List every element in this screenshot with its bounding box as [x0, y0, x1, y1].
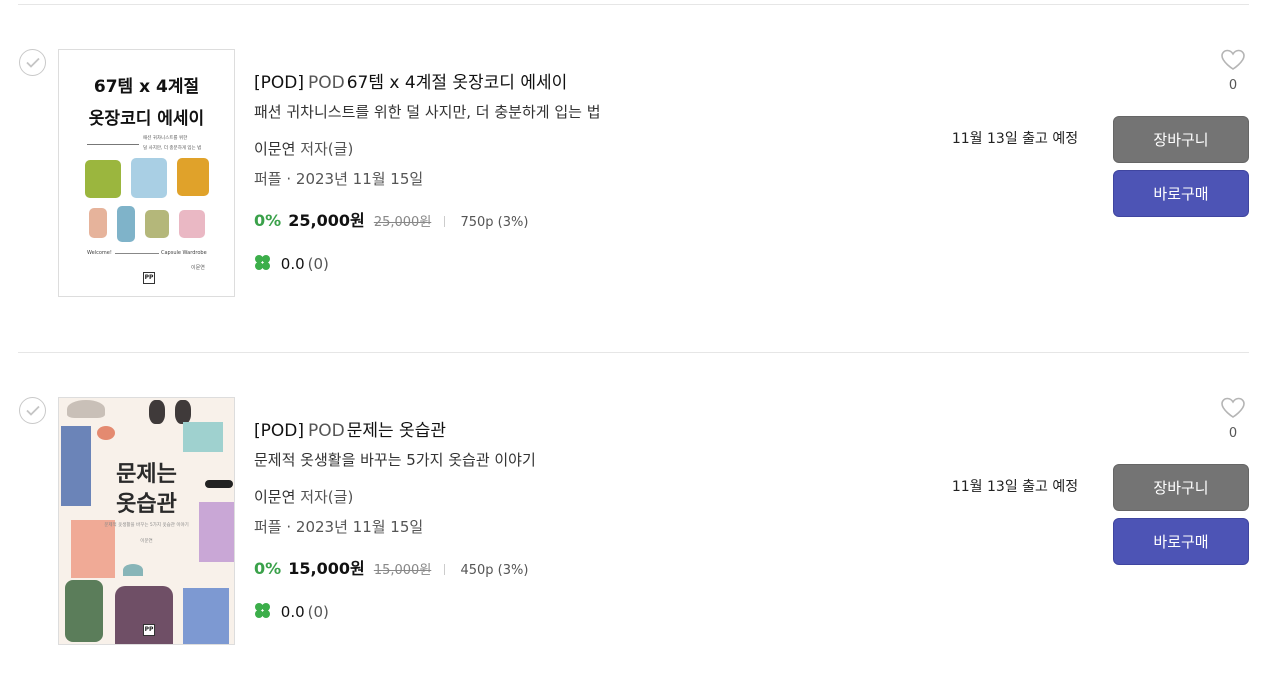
like-count: 0 [1228, 78, 1238, 93]
product-subtitle: 패션 귀차니스트를 위한 덜 사지만, 더 충분하게 입는 법 [254, 103, 601, 121]
cover-title-line2: 옷장코디 에세이 [88, 109, 205, 129]
rating-score: 0.0 [280, 603, 305, 621]
cover-title-line2: 옷습관 [116, 492, 177, 517]
cover-sub2: 덜 사지만, 더 충분하게 입는 법 [143, 146, 202, 151]
pod-label: POD [308, 421, 345, 441]
pod-tag: [POD] [254, 421, 304, 441]
pod-label: POD [308, 73, 345, 93]
price-row: 0% 25,000원 25,000원 750p (3%) [254, 207, 528, 231]
rating-score: 0.0 [280, 255, 305, 273]
book-cover[interactable]: 문제는 옷습관 문제적 옷생활을 바꾸는 5가지 옷습관 이야기 이문연 PP [58, 397, 235, 645]
price-row: 0% 15,000원 15,000원 450p (3%) [254, 555, 528, 579]
discount-rate: 0% [254, 559, 282, 578]
author-role: 저자(글) [300, 488, 354, 506]
publisher-date: 퍼플 · 2023년 11월 15일 [254, 518, 424, 536]
backpack-illustration [65, 580, 103, 642]
rating-row: 0.0 (0) [254, 254, 329, 273]
shipping-date: 11월 13일 출고 예정 [951, 131, 1079, 147]
select-check-icon[interactable] [19, 49, 46, 76]
buy-now-button[interactable]: 바로구매 [1113, 170, 1249, 217]
cover-subtitle: 문제적 옷생활을 바꾸는 5가지 옷습관 이야기 [104, 523, 189, 528]
discount-rate: 0% [254, 211, 282, 230]
cardigan-illustration [131, 158, 167, 198]
buy-now-button[interactable]: 바로구매 [1113, 518, 1249, 565]
jacket-illustration [85, 160, 121, 198]
pod-tag: [POD] [254, 73, 304, 93]
title-text: 문제는 옷습관 [346, 421, 446, 441]
reward-points: 450p (3%) [460, 563, 529, 578]
cover-author: 이문연 [140, 539, 153, 544]
cover-sub1: 패션 귀차니스트를 위한 [143, 136, 188, 141]
cover-foot-rule [115, 253, 159, 254]
top-illustration [89, 208, 107, 238]
cover-rule [87, 144, 139, 145]
cover-foot-right: Capsule Wardrobe [161, 250, 207, 256]
author-name[interactable]: 이문연 [254, 140, 295, 158]
review-count[interactable]: (0) [308, 603, 329, 621]
hoodie-illustration [177, 158, 209, 196]
add-to-cart-button[interactable]: 장바구니 [1113, 464, 1249, 511]
review-count[interactable]: (0) [308, 255, 329, 273]
cap-illustration [123, 564, 143, 576]
top-divider [18, 4, 1249, 5]
publisher-logo: PP [143, 272, 155, 284]
author-name[interactable]: 이문연 [254, 488, 295, 506]
product-title[interactable]: [POD] POD 문제는 옷습관 [254, 416, 446, 441]
original-price: 25,000원 [373, 215, 432, 230]
author-role: 저자(글) [300, 140, 354, 158]
heart-icon[interactable] [1220, 397, 1246, 423]
like-count: 0 [1228, 426, 1238, 441]
shipping-date: 11월 13일 출고 예정 [951, 479, 1079, 495]
clover-icon [254, 254, 272, 272]
product-title[interactable]: [POD] POD 67템 x 4계절 옷장코디 에세이 [254, 68, 567, 93]
hat-illustration [67, 400, 105, 418]
blouse-illustration [179, 210, 205, 238]
cover-foot-left: Welcome! [87, 250, 112, 256]
heart-icon[interactable] [1220, 49, 1246, 75]
publisher-date: 퍼플 · 2023년 11월 15일 [254, 170, 424, 188]
author-line: 이문연 저자(글) [254, 486, 353, 507]
product-item: 문제는 옷습관 문제적 옷생활을 바꾸는 5가지 옷습관 이야기 이문연 PP … [0, 388, 1280, 688]
select-check-icon[interactable] [19, 397, 46, 424]
jeans-illustration [183, 588, 229, 644]
jeans-illustration [117, 206, 135, 242]
book-cover[interactable]: 67템 x 4계절 옷장코디 에세이 패션 귀차니스트를 위한 덜 사지만, 더… [58, 49, 235, 297]
skirt-illustration [145, 210, 169, 238]
sale-price: 25,000원 [288, 211, 365, 230]
cover-title-line1: 문제는 [116, 462, 177, 487]
add-to-cart-button[interactable]: 장바구니 [1113, 116, 1249, 163]
product-subtitle: 문제적 옷생활을 바꾸는 5가지 옷습관 이야기 [254, 451, 536, 469]
cover-subtitle: 패션 귀차니스트를 위한 덜 사지만, 더 충분하게 입는 법 [143, 134, 223, 154]
reward-points: 750p (3%) [460, 215, 529, 230]
price-divider [444, 564, 446, 575]
sale-price: 15,000원 [288, 559, 365, 578]
cover-author: 이문연 [191, 265, 205, 271]
rating-row: 0.0 (0) [254, 602, 329, 621]
title-text: 67템 x 4계절 옷장코디 에세이 [346, 73, 568, 93]
shoe-illustration [175, 400, 191, 424]
row-divider [18, 352, 1249, 353]
author-line: 이문연 저자(글) [254, 138, 353, 159]
scrunchie-illustration [97, 426, 115, 440]
product-item: 67템 x 4계절 옷장코디 에세이 패션 귀차니스트를 위한 덜 사지만, 더… [0, 40, 1280, 340]
price-divider [444, 216, 446, 227]
publisher-logo: PP [143, 624, 155, 636]
cover-title-line1: 67템 x 4계절 [93, 77, 200, 97]
original-price: 15,000원 [373, 563, 432, 578]
dress-illustration [71, 520, 115, 578]
shoe-illustration [149, 400, 165, 424]
clover-icon [254, 602, 272, 620]
hoodie-illustration [183, 422, 223, 452]
